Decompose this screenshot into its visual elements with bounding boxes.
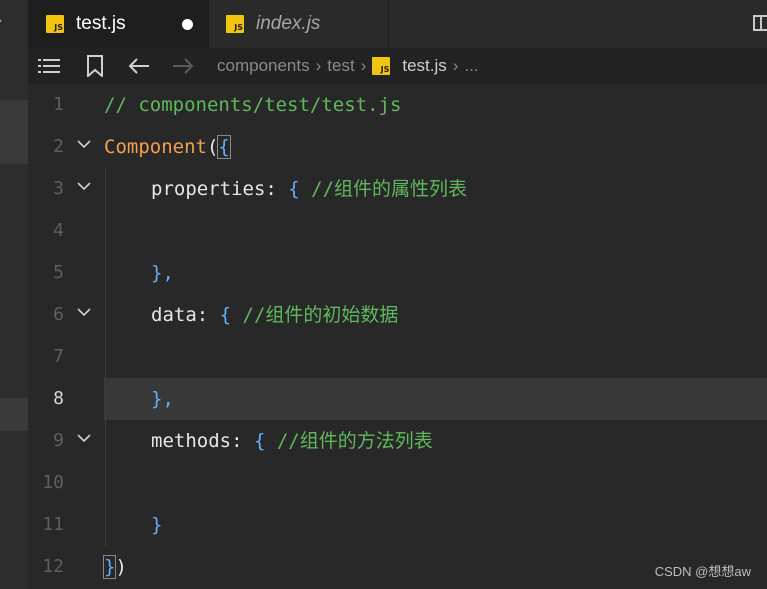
brace-token: { (288, 178, 300, 200)
code-line[interactable]: 4 (28, 210, 767, 252)
brace-token: { (253, 430, 266, 452)
code-text: Component({ (104, 126, 231, 168)
colon-token: : (265, 178, 289, 200)
line-number: 11 (42, 514, 64, 535)
paren-token: ) (115, 556, 127, 578)
brace-token: } (151, 514, 163, 536)
code-line-current[interactable]: 8 }, (28, 378, 767, 420)
unsaved-dot-icon[interactable] (182, 19, 193, 30)
js-file-icon: JS (226, 15, 244, 33)
breadcrumb-file[interactable]: test.js (402, 56, 446, 76)
code-line[interactable]: 9 methods: { //组件的方法列表 (28, 420, 767, 462)
code-editor[interactable]: 1 // components/test/test.js 2 Component… (28, 84, 767, 589)
breadcrumb-ellipsis[interactable]: ... (464, 56, 478, 76)
watermark: CSDN @想想aw (654, 564, 751, 579)
list-icon[interactable] (38, 48, 62, 84)
code-text: }) (102, 546, 127, 588)
code-line[interactable]: 3 properties: { //组件的属性列表 (28, 168, 767, 210)
breadcrumb: components › test › JS test.js › ... (217, 48, 479, 84)
code-line[interactable]: 5 }, (28, 252, 767, 294)
paren-token: ( (206, 136, 219, 158)
brace-token: }, (151, 388, 174, 410)
tab-label: test.js (76, 13, 126, 34)
key-token: properties (151, 178, 266, 200)
line-number: 10 (42, 472, 64, 493)
key-token: methods (151, 430, 232, 452)
tab-bar: JS test.js JS index.js (28, 0, 767, 48)
code-text: properties: { //组件的属性列表 (104, 168, 467, 210)
js-file-icon: JS (372, 57, 391, 75)
tab-index-js[interactable]: JS index.js (209, 0, 389, 48)
code-line[interactable]: 7 (28, 336, 767, 378)
breadcrumb-bar: components › test › JS test.js › ... (28, 48, 767, 84)
sidebar-highlight (0, 398, 28, 431)
fold-chevron-icon[interactable] (76, 136, 92, 152)
js-file-icon: JS (46, 15, 64, 33)
fold-chevron-icon[interactable] (76, 304, 92, 320)
chevron-right-icon: › (452, 56, 459, 75)
chevron-right-icon: › (315, 56, 322, 75)
code-text: }, (104, 378, 174, 420)
back-arrow-icon[interactable] (128, 48, 150, 84)
code-line[interactable]: 10 (28, 462, 767, 504)
line-number: 5 (53, 262, 64, 283)
function-token: Component (104, 136, 207, 158)
line-number: 6 (53, 304, 64, 325)
colon-token: : (231, 430, 254, 452)
brace-token: } (102, 555, 117, 579)
code-line[interactable]: 6 data: { //组件的初始数据 (28, 294, 767, 336)
code-line[interactable]: 1 // components/test/test.js (28, 84, 767, 126)
brace-token: { (219, 304, 232, 326)
line-number: 7 (53, 346, 64, 367)
code-line[interactable]: 2 Component({ (28, 126, 767, 168)
fold-chevron-icon[interactable] (76, 178, 92, 194)
code-text: methods: { //组件的方法列表 (104, 420, 433, 462)
code-line[interactable]: 11 } (28, 504, 767, 546)
comment-token: //组件的属性列表 (299, 178, 468, 200)
line-number: 9 (53, 430, 64, 451)
line-number: 8 (53, 388, 64, 409)
key-token: data (151, 304, 197, 326)
code-text: } (104, 504, 162, 546)
code-text: data: { //组件的初始数据 (104, 294, 398, 336)
brace-token: { (217, 135, 231, 159)
line-number: 2 (53, 136, 64, 157)
tab-test-js[interactable]: JS test.js (28, 0, 209, 48)
code-text: }, (104, 252, 174, 294)
tab-label: index.js (256, 13, 321, 34)
comment-token: //组件的初始数据 (231, 304, 399, 326)
code-text: // components/test/test.js (104, 84, 401, 126)
chevron-right-icon[interactable]: › (0, 13, 3, 29)
brace-token: }, (151, 262, 174, 284)
fold-chevron-icon[interactable] (76, 430, 92, 446)
line-number: 3 (53, 178, 64, 199)
bookmark-icon[interactable] (86, 48, 104, 84)
sidebar-highlight (0, 100, 28, 164)
chevron-right-icon: › (360, 56, 367, 75)
line-number: 4 (53, 220, 64, 241)
comment-token: //组件的方法列表 (265, 430, 433, 452)
split-editor-icon[interactable] (753, 15, 767, 31)
current-line-highlight (104, 378, 767, 420)
line-number: 12 (42, 556, 64, 577)
indent-guide (105, 168, 106, 546)
line-number: 1 (53, 94, 64, 115)
colon-token: : (196, 304, 220, 326)
breadcrumb-item[interactable]: components (217, 56, 310, 76)
comment-token: // components/test/test.js (104, 94, 402, 116)
breadcrumb-item[interactable]: test (327, 56, 354, 76)
activity-strip: › (0, 0, 28, 589)
forward-arrow-icon[interactable] (172, 48, 194, 84)
